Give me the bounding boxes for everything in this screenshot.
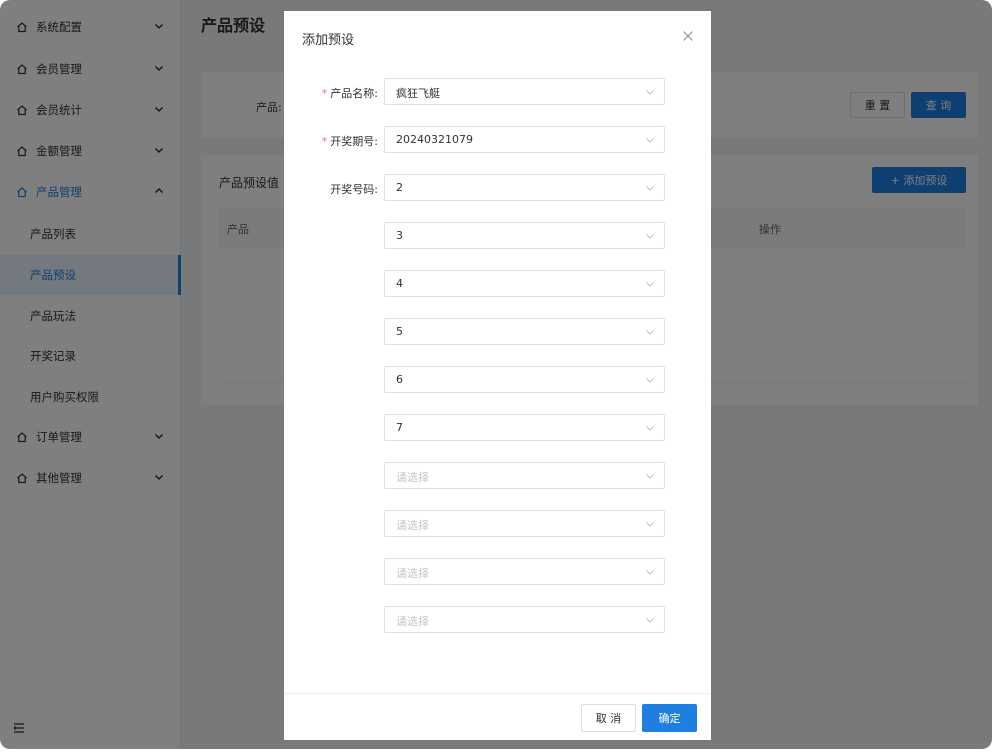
draw-number-select-4[interactable]: 5	[384, 318, 665, 345]
product-name-label: * 产品名称:	[284, 85, 378, 101]
product-name-select[interactable]: 疯狂飞艇	[384, 78, 665, 105]
label-text: 产品名称:	[330, 87, 378, 100]
select-value: 5	[396, 325, 403, 338]
select-value: 4	[396, 277, 403, 290]
chevron-down-icon	[646, 474, 654, 479]
confirm-button[interactable]: 确定	[642, 704, 697, 732]
draw-number-select-6[interactable]: 7	[384, 414, 665, 441]
draw-number-select-8[interactable]: 请选择	[384, 510, 665, 537]
draw-number-select-9[interactable]: 请选择	[384, 558, 665, 585]
cancel-button[interactable]: 取 消	[581, 704, 636, 732]
draw-number-select-10[interactable]: 请选择	[384, 606, 665, 633]
select-placeholder: 请选择	[396, 471, 429, 484]
chevron-down-icon	[646, 90, 654, 95]
chevron-down-icon	[646, 234, 654, 239]
chevron-down-icon	[646, 618, 654, 623]
chevron-down-icon	[646, 330, 654, 335]
select-placeholder: 请选择	[396, 519, 429, 532]
chevron-down-icon	[646, 570, 654, 575]
select-value: 疯狂飞艇	[396, 87, 440, 100]
select-value: 2	[396, 181, 403, 194]
draw-number-select-5[interactable]: 6	[384, 366, 665, 393]
chevron-down-icon	[646, 138, 654, 143]
select-placeholder: 请选择	[396, 615, 429, 628]
select-placeholder: 请选择	[396, 567, 429, 580]
draw-numbers-label: 开奖号码:	[330, 183, 378, 196]
select-value: 3	[396, 229, 403, 242]
add-preset-dialog: 添加预设 * 产品名称: 疯狂飞艇 * 开奖期号: 20240321079 开奖号码…	[284, 11, 711, 740]
draw-number-select-1[interactable]: 2	[384, 174, 665, 201]
draw-number-select-7[interactable]: 请选择	[384, 462, 665, 489]
chevron-down-icon	[646, 378, 654, 383]
chevron-down-icon	[646, 426, 654, 431]
draw-period-label: * 开奖期号:	[284, 133, 378, 149]
select-value: 7	[396, 421, 403, 434]
chevron-down-icon	[646, 282, 654, 287]
app-window: 系统配置 会员管理 会员统计 金额管理 产品管理 产品列表 产品预设 产品玩法 …	[0, 0, 992, 749]
select-value: 20240321079	[396, 133, 473, 146]
chevron-down-icon	[646, 186, 654, 191]
required-asterisk: *	[321, 87, 328, 100]
label-text: 开奖期号:	[330, 135, 378, 148]
draw-number-select-2[interactable]: 3	[384, 222, 665, 249]
select-value: 6	[396, 373, 403, 386]
dialog-footer-divider	[284, 693, 711, 694]
draw-period-select[interactable]: 20240321079	[384, 126, 665, 153]
chevron-down-icon	[646, 522, 654, 527]
dialog-title: 添加预设	[302, 33, 355, 48]
required-asterisk: *	[321, 135, 328, 148]
draw-number-select-3[interactable]: 4	[384, 270, 665, 297]
close-icon[interactable]	[681, 29, 695, 43]
